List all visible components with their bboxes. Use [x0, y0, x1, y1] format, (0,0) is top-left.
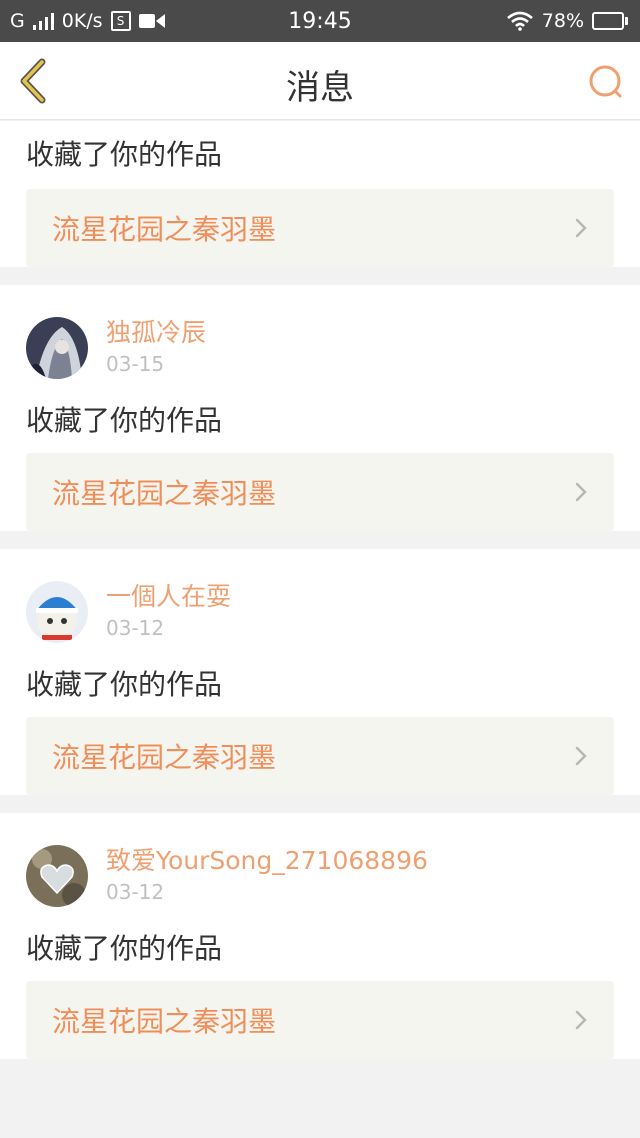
message-card: 致爱YourSong_271068896 03-12 收藏了你的作品 流星花园之… [0, 813, 640, 1059]
network-speed: 0K/s [61, 10, 103, 32]
work-link[interactable]: 流星花园之秦羽墨 [26, 453, 614, 531]
network-type: G [10, 10, 25, 32]
message-date: 03-12 [106, 616, 165, 640]
message-card: 独孤冷辰 03-15 收藏了你的作品 流星花园之秦羽墨 [0, 285, 640, 531]
app-header: 消息 [0, 42, 640, 120]
page-title: 消息 [286, 68, 354, 108]
anime-avatar-icon[interactable] [26, 317, 88, 379]
work-title: 流星花园之秦羽墨 [52, 1005, 277, 1038]
search-icon [589, 65, 622, 98]
video-icon [138, 14, 165, 28]
message-action-text: 收藏了你的作品 [26, 932, 223, 965]
heart-avatar-icon[interactable] [26, 845, 88, 907]
message-date: 03-15 [106, 352, 165, 376]
message-date: 03-12 [106, 880, 165, 904]
message-list: 收藏了你的作品 流星花园之秦羽墨 独孤冷辰 03-15 收藏了你的作品 流星花园… [0, 121, 640, 1077]
user-row[interactable]: 致爱YourSong_271068896 03-12 [26, 839, 614, 913]
work-title: 流星花园之秦羽墨 [52, 741, 277, 774]
chevron-right-icon [575, 218, 587, 238]
username[interactable]: 致爱YourSong_271068896 [106, 845, 428, 877]
signal-icon [32, 12, 54, 30]
cat-avatar-icon[interactable] [26, 581, 88, 643]
battery-icon [592, 12, 628, 30]
status-right: 78% [506, 10, 628, 32]
battery-percent: 78% [541, 10, 584, 32]
message-card: 收藏了你的作品 流星花园之秦羽墨 [0, 121, 640, 267]
chevron-right-icon [575, 746, 587, 766]
status-bar: G 0K/s S 19:45 78% [0, 0, 640, 42]
message-card: 一個人在耍 03-12 收藏了你的作品 流星花园之秦羽墨 [0, 549, 640, 795]
username[interactable]: 一個人在耍 [106, 581, 231, 613]
user-row[interactable]: 独孤冷辰 03-15 [26, 311, 614, 385]
work-link[interactable]: 流星花园之秦羽墨 [26, 717, 614, 795]
user-meta: 一個人在耍 03-12 [106, 581, 231, 643]
work-title: 流星花园之秦羽墨 [52, 213, 277, 246]
message-action-text: 收藏了你的作品 [26, 138, 223, 171]
chevron-right-icon [575, 1010, 587, 1030]
work-link[interactable]: 流星花园之秦羽墨 [26, 981, 614, 1059]
username[interactable]: 独孤冷辰 [106, 317, 206, 349]
wifi-icon [506, 11, 533, 31]
chevron-right-icon [575, 482, 587, 502]
sd-card-icon: S [110, 11, 131, 31]
message-action-text: 收藏了你的作品 [26, 404, 223, 437]
message-action-text: 收藏了你的作品 [26, 668, 223, 701]
user-meta: 致爱YourSong_271068896 03-12 [106, 845, 428, 907]
sd-card-label: S [116, 14, 125, 28]
work-title: 流星花园之秦羽墨 [52, 477, 277, 510]
work-link[interactable]: 流星花园之秦羽墨 [26, 189, 614, 267]
status-left: G 0K/s S [10, 10, 165, 32]
search-button[interactable] [586, 62, 626, 102]
user-row[interactable]: 一個人在耍 03-12 [26, 575, 614, 649]
user-meta: 独孤冷辰 03-15 [106, 317, 206, 379]
